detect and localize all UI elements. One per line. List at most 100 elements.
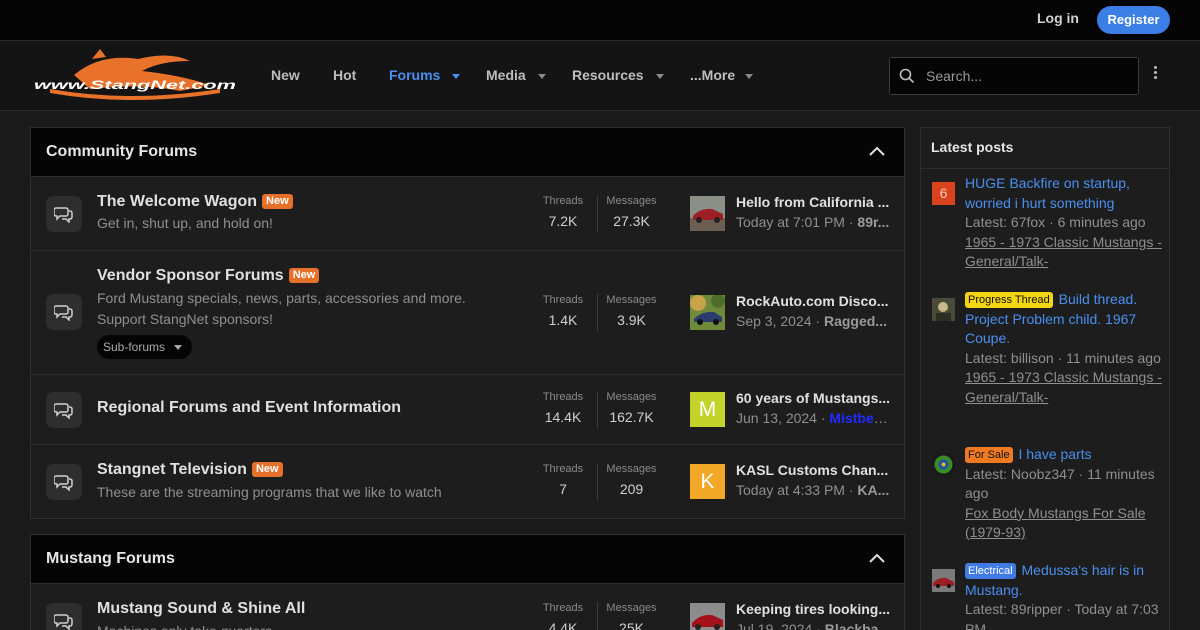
threads-label: Threads — [542, 602, 584, 614]
mustang-forums-panel: Mustang Forums Mustang Sound & Shine All… — [30, 534, 905, 630]
post-time: 11 minutes ago — [1066, 349, 1161, 366]
sidebar-title: Latest posts — [931, 139, 1014, 155]
site-logo[interactable]: www.StangNet.com — [30, 45, 240, 107]
nav-forums[interactable]: Forums — [389, 67, 440, 83]
latest-thread-meta: Sep 3, 2024 · Ragged... — [736, 313, 887, 329]
thread-thumbnail[interactable] — [690, 196, 725, 231]
forum-title[interactable]: The Welcome Wagon New — [97, 193, 293, 211]
forum-chat-icon — [46, 392, 82, 428]
avatar[interactable] — [932, 569, 955, 592]
latest-user[interactable]: Blackha... — [825, 621, 890, 630]
avatar[interactable] — [932, 453, 955, 476]
prefix-badge: Electrical — [965, 563, 1016, 579]
avatar[interactable]: M — [690, 392, 725, 427]
search-icon — [899, 68, 915, 84]
forum-title[interactable]: Stangnet Television New — [97, 461, 283, 479]
chevron-down-icon[interactable] — [656, 74, 664, 79]
latest-thread-title[interactable]: 60 years of Mustangs... — [736, 390, 891, 406]
post-latest: Latest: billison — [965, 349, 1054, 366]
forum-row[interactable]: Regional Forums and Event Information Th… — [31, 374, 904, 444]
prefix-badge: For Sale — [965, 447, 1013, 463]
forum-row[interactable]: Mustang Sound & Shine All Machines only … — [31, 583, 904, 630]
panel-title: Community Forums — [46, 143, 198, 160]
nav-new[interactable]: New — [271, 67, 300, 83]
chevron-down-icon[interactable] — [452, 74, 460, 79]
threads-label: Threads — [542, 195, 584, 207]
latest-thread-meta: Today at 4:33 PM · KA... — [736, 482, 890, 498]
avatar[interactable] — [932, 298, 955, 321]
chevron-down-icon[interactable] — [538, 74, 546, 79]
panel-header: Community Forums — [31, 128, 904, 176]
more-options-icon[interactable] — [1150, 66, 1160, 82]
panel-title: Mustang Forums — [46, 550, 175, 567]
post-time: 6 minutes ago — [1057, 214, 1146, 230]
threads-count: 14.4K — [544, 409, 582, 425]
forum-title[interactable]: Mustang Sound & Shine All — [97, 600, 305, 618]
search-input[interactable] — [926, 58, 1131, 94]
new-badge: New — [251, 462, 283, 477]
new-badge: New — [288, 268, 320, 283]
latest-thread-title[interactable]: Hello from California ... — [736, 194, 891, 210]
collapse-icon[interactable] — [868, 145, 886, 157]
messages-label: Messages — [606, 463, 657, 475]
post-title-link[interactable]: I have parts — [1018, 446, 1091, 462]
latest-thread-title[interactable]: Keeping tires looking... — [736, 601, 891, 617]
post-latest: Latest: 67fox — [965, 214, 1046, 230]
chevron-down-icon — [174, 345, 183, 350]
messages-label: Messages — [606, 294, 657, 306]
login-link[interactable]: Log in — [1037, 10, 1079, 26]
forum-description: Ford Mustang specials, news, parts, acce… — [97, 290, 466, 327]
latest-thread-title[interactable]: RockAuto.com Disco... — [736, 293, 891, 309]
latest-thread-title[interactable]: KASL Customs Chan... — [736, 462, 891, 478]
forum-row[interactable]: Stangnet Television New These are the str… — [31, 444, 904, 518]
messages-count: 27.3K — [613, 213, 650, 229]
forum-chat-icon — [46, 294, 82, 330]
search-box[interactable] — [889, 57, 1139, 95]
latest-thread-meta: Jul 19, 2024 · Blackha... — [736, 621, 891, 630]
post-forum-link[interactable]: 1965 - 1973 Classic Mustangs - General/T… — [965, 234, 1162, 270]
post-latest: Latest: Noobz347 — [965, 465, 1075, 482]
latest-user[interactable]: Mistbee... — [829, 410, 891, 426]
forum-row[interactable]: The Welcome Wagon New Get in, shut up, an… — [31, 176, 904, 250]
messages-count: 162.7K — [609, 409, 654, 425]
forum-chat-icon — [46, 464, 82, 500]
post-latest: Latest: 89ripper — [965, 601, 1063, 617]
forum-title[interactable]: Regional Forums and Event Information — [97, 399, 401, 417]
latest-posts-sidebar: Latest posts 6 HUGE Backfire on startup,… — [920, 127, 1170, 630]
nav-more[interactable]: ...More — [690, 67, 735, 83]
subforums-dropdown[interactable]: Sub-forums — [97, 335, 193, 359]
messages-label: Messages — [606, 602, 657, 614]
nav-media[interactable]: Media — [486, 67, 526, 83]
chevron-down-icon[interactable] — [745, 74, 753, 79]
thread-thumbnail[interactable] — [690, 603, 725, 630]
forum-title[interactable]: Vendor Sponsor Forums New — [97, 267, 320, 285]
forum-description: Machines only take quarters — [97, 621, 272, 630]
post-forum-link[interactable]: 1965 - 1973 Classic Mustangs - General/T… — [965, 369, 1162, 405]
threads-count: 1.4K — [548, 312, 578, 328]
thread-thumbnail[interactable] — [690, 295, 725, 330]
latest-user[interactable]: KA... — [857, 482, 889, 498]
threads-label: Threads — [542, 294, 584, 306]
avatar[interactable]: 6 — [932, 182, 955, 205]
post-forum-link[interactable]: Fox Body Mustangs For Sale (1979-93) — [965, 505, 1146, 541]
messages-label: Messages — [606, 391, 657, 403]
threads-count: 4.4K — [548, 620, 578, 630]
register-button[interactable]: Register — [1097, 6, 1170, 34]
nav-hot[interactable]: Hot — [333, 67, 356, 83]
latest-user[interactable]: Ragged... — [824, 313, 887, 329]
threads-count: 7.2K — [548, 213, 578, 229]
messages-count: 3.9K — [617, 312, 646, 328]
messages-label: Messages — [606, 195, 657, 207]
nav-resources[interactable]: Resources — [572, 67, 644, 83]
collapse-icon[interactable] — [868, 552, 886, 564]
latest-user[interactable]: 89r... — [857, 214, 889, 230]
latest-thread-meta: Today at 7:01 PM · 89r... — [736, 214, 890, 230]
messages-count: 209 — [619, 481, 644, 497]
avatar[interactable]: K — [690, 464, 725, 499]
forum-row[interactable]: Vendor Sponsor Forums New Ford Mustang sp… — [31, 250, 904, 374]
forum-chat-icon — [46, 196, 82, 232]
nav-bar: www.StangNet.com New Hot Forums Media Re… — [0, 41, 1200, 111]
prefix-badge: Progress Thread — [965, 292, 1053, 308]
post-title-link[interactable]: HUGE Backfire on startup, worried i hurt… — [965, 175, 1130, 211]
threads-label: Threads — [542, 463, 584, 475]
